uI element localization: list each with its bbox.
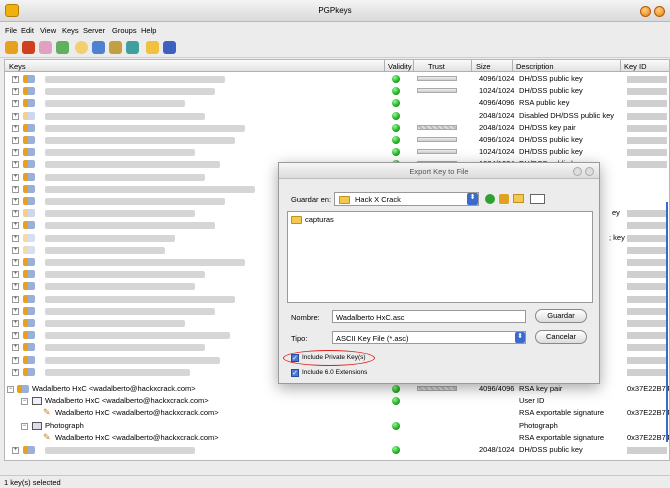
view-menu-icon[interactable] xyxy=(530,194,545,204)
save-button[interactable]: Guardar xyxy=(535,309,587,323)
key-icon xyxy=(23,75,35,83)
status-bar: 1 key(s) selected xyxy=(0,475,670,488)
type-dropdown[interactable]: ASCII Key File (*.asc) xyxy=(332,331,526,344)
toolbar xyxy=(0,38,670,58)
user-id-icon xyxy=(32,397,42,406)
table-row[interactable]: +1024/1024DH/DSS public key xyxy=(5,85,669,97)
table-row[interactable]: +4096/4096 RSA public key xyxy=(5,97,669,109)
keyserver-icon[interactable] xyxy=(92,41,105,54)
properties-icon[interactable] xyxy=(109,41,122,54)
dialog-close-button[interactable] xyxy=(585,167,594,176)
window-title: PGPkeys xyxy=(318,6,352,15)
signature-icon: ✎ xyxy=(43,431,51,442)
table-row[interactable]: +4096/1024 DH/DSS public key xyxy=(5,73,669,85)
title-bar: PGPkeys xyxy=(0,0,670,22)
new-key-icon[interactable] xyxy=(5,41,18,54)
menu-server[interactable]: Server xyxy=(83,26,105,35)
name-label: Nombre: xyxy=(291,313,320,322)
include-private-label[interactable]: Include Private Key(s) xyxy=(302,354,366,361)
search-icon[interactable] xyxy=(75,41,88,54)
back-icon[interactable] xyxy=(485,194,495,204)
table-row-photo[interactable]: − Photograph Photograph xyxy=(5,420,669,432)
folder-icon xyxy=(291,216,302,224)
photo-icon xyxy=(32,421,42,430)
send-icon[interactable] xyxy=(126,41,139,54)
key-icon xyxy=(23,446,35,454)
cancel-button[interactable]: Cancelar xyxy=(535,330,587,344)
table-row[interactable]: +2048/1024 DH/DSS key pair xyxy=(5,122,669,134)
import-icon[interactable] xyxy=(56,41,69,54)
menu-edit[interactable]: Edit xyxy=(21,26,34,35)
key-pair-icon xyxy=(23,123,35,132)
list-header: Keys Validity Trust Size Description Key… xyxy=(5,60,669,72)
key-icon xyxy=(23,136,35,144)
new-folder-icon[interactable] xyxy=(513,194,524,203)
save-in-label: Guardar en: xyxy=(291,195,332,204)
table-row[interactable]: +2048/1024 Disabled DH/DSS public key xyxy=(5,110,669,122)
scroll-indicator[interactable] xyxy=(666,202,668,442)
export-dialog: Export Key to File Guardar en: Hack X Cr… xyxy=(278,162,600,384)
key-icon xyxy=(23,160,35,169)
save-in-dropdown[interactable]: Hack X Crack xyxy=(334,192,479,206)
status-text: 1 key(s) selected xyxy=(4,478,61,487)
include-private-checkbox[interactable]: ✓ xyxy=(291,354,299,362)
filename-input[interactable]: Wadalberto HxC.asc xyxy=(332,310,526,323)
menu-bar: File Edit View Keys Server Groups Help xyxy=(0,22,670,38)
close-button[interactable] xyxy=(654,6,665,17)
key-icon xyxy=(23,99,35,108)
minimize-button[interactable] xyxy=(640,6,651,17)
table-row[interactable]: +2048/1024 DH/DSS public key xyxy=(5,444,669,456)
file-list[interactable]: capturas xyxy=(287,211,593,303)
key-icon xyxy=(23,87,35,96)
menu-view[interactable]: View xyxy=(40,26,56,35)
dropdown-arrow-icon[interactable]: ⬍ xyxy=(515,332,525,343)
key-pair-icon xyxy=(17,385,29,393)
table-row-userid[interactable]: − Wadalberto HxC <wadalberto@hackxcrack.c… xyxy=(5,395,669,407)
folder-item[interactable]: capturas xyxy=(305,215,334,224)
include-60-label[interactable]: Include 6.0 Extensions xyxy=(302,369,367,376)
folder-icon xyxy=(339,196,350,204)
signature-icon: ✎ xyxy=(43,407,51,418)
dialog-title: Export Key to File xyxy=(409,167,469,176)
menu-help[interactable]: Help xyxy=(141,26,156,35)
key-icon xyxy=(23,111,35,120)
table-row[interactable]: +1024/1024DH/DSS public key xyxy=(5,146,669,158)
up-folder-icon[interactable] xyxy=(499,194,509,204)
save-icon[interactable] xyxy=(163,41,176,54)
menu-file[interactable]: File xyxy=(5,26,17,35)
menu-keys[interactable]: Keys xyxy=(62,26,79,35)
dialog-title-bar: Export Key to File xyxy=(279,163,599,179)
dropdown-arrow-icon[interactable]: ⬍ xyxy=(467,193,478,205)
include-60-checkbox[interactable]: ✓ xyxy=(291,369,299,377)
sign-icon[interactable] xyxy=(39,41,52,54)
export-icon[interactable] xyxy=(146,41,159,54)
table-row[interactable]: +4096/1024 DH/DSS public key xyxy=(5,134,669,146)
key-icon xyxy=(23,148,35,157)
table-row-signature[interactable]: ✎ Wadalberto HxC <wadalberto@hackxcrack.c… xyxy=(5,431,669,444)
table-row-signature[interactable]: ✎ Wadalberto HxC <wadalberto@hackxcrack.c… xyxy=(5,407,669,419)
dialog-minimize-button[interactable] xyxy=(573,167,582,176)
type-label: Tipo: xyxy=(291,334,308,343)
disable-icon[interactable] xyxy=(22,41,35,54)
table-row-selected-key[interactable]: − Wadalberto HxC <wadalberto@hackxcrack.c… xyxy=(5,383,669,395)
menu-groups[interactable]: Groups xyxy=(112,26,137,35)
